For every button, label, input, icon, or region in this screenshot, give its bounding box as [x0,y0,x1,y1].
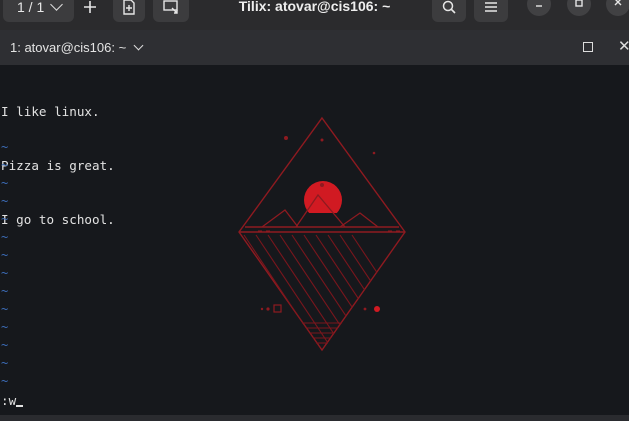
empty-line-marker: ~ [1,176,9,190]
terminal-maximize-icon[interactable] [583,42,593,52]
terminal-title-bar: 1: atovar@cis106: ~ ✕ [0,30,629,65]
minimize-icon [536,5,542,7]
text-cursor [16,405,24,407]
detach-icon [163,0,178,14]
file-line: Pizza is great. [1,158,115,173]
search-icon [442,0,456,14]
search-button[interactable] [432,0,466,22]
session-switcher-label: 1 / 1 [17,0,45,15]
command-line[interactable]: :w [1,393,24,408]
empty-line-marker: ~ [1,194,9,208]
stair-lines [302,322,342,344]
command-text: :w [1,393,17,408]
empty-line-marker: ~ [1,230,9,244]
file-line: I like linux. [1,104,100,119]
terminal-title-label: 1: atovar@cis106: ~ [10,40,127,55]
chevron-down-icon [133,40,144,51]
chevron-down-icon [50,0,64,11]
minimize-button[interactable] [527,0,551,16]
main-menu-button[interactable] [474,0,508,22]
new-session-button[interactable] [113,0,145,22]
file-line: I go to school. [1,212,115,227]
tilix-window: 1 / 1 Tilix: atovar@cis106: ~ 1: atovar@… [0,0,629,421]
detach-session-button[interactable] [153,0,189,22]
empty-line-marker: ~ [1,248,9,262]
empty-line-marker: ~ [1,374,9,388]
add-terminal-button[interactable] [74,0,106,22]
session-switcher-button[interactable]: 1 / 1 [3,0,74,22]
hamburger-menu-icon [485,2,497,12]
new-session-icon [123,0,135,15]
empty-line-marker: ~ [1,356,9,370]
maximize-button[interactable] [567,0,591,16]
empty-line-marker: ~ [1,158,9,172]
empty-line-marker: ~ [1,302,9,316]
empty-line-marker: ~ [1,284,9,298]
empty-line-marker: ~ [1,320,9,334]
header-bar: 1 / 1 Tilix: atovar@cis106: ~ [0,0,629,30]
empty-line-marker: ~ [1,212,9,226]
bottom-border [0,415,629,421]
terminal-title-button[interactable]: 1: atovar@cis106: ~ [10,40,144,55]
file-content: I like linux. Pizza is great. I go to sc… [1,67,115,265]
close-button[interactable] [606,0,629,16]
empty-line-marker: ~ [1,140,9,154]
empty-line-marker: ~ [1,266,9,280]
close-icon [614,0,622,6]
maximize-icon [575,0,583,7]
terminal-close-icon[interactable]: ✕ [618,37,629,55]
empty-line-marker: ~ [1,338,9,352]
hatch-lines [239,234,405,350]
terminal-area[interactable]: I like linux. Pizza is great. I go to sc… [0,65,629,415]
plus-icon [84,1,96,13]
red-dot [374,306,380,312]
